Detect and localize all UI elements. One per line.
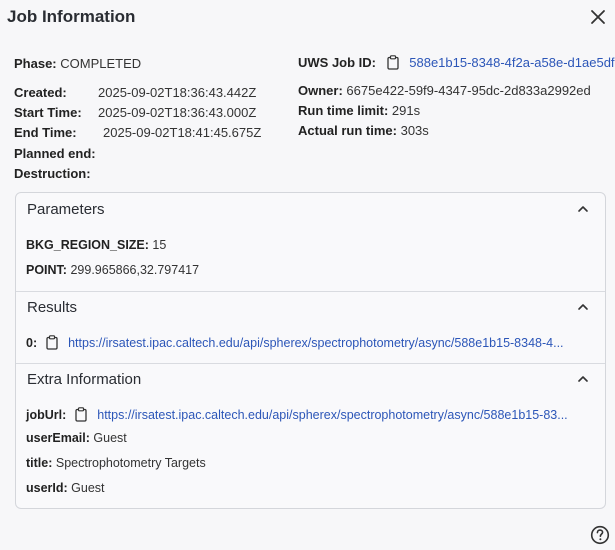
extra-info-row: title: Spectrophotometry Targets bbox=[26, 455, 206, 471]
job-id-row: UWS Job ID: 588e1b15-8348-4f2a-a58e-d1ae… bbox=[298, 55, 615, 71]
end-time-row: End Time: bbox=[14, 125, 77, 141]
help-icon[interactable] bbox=[590, 525, 610, 545]
owner-label: Owner: bbox=[298, 83, 343, 98]
destruction-row: Destruction: bbox=[14, 166, 91, 182]
end-time-value: 2025-09-02T18:41:45.675Z bbox=[103, 125, 262, 140]
start-time-row: Start Time: bbox=[14, 105, 82, 121]
planned-end-label: Planned end: bbox=[14, 146, 96, 161]
extra-info-key: userId: bbox=[26, 481, 68, 495]
close-icon[interactable] bbox=[587, 6, 609, 28]
owner-value: 6675e422-59f9-4347-95dc-2d833a2992ed bbox=[346, 83, 591, 98]
results-title: Results bbox=[27, 299, 78, 316]
extra-info-key: userEmail: bbox=[26, 431, 90, 445]
chevron-up-icon[interactable] bbox=[577, 373, 589, 385]
phase-row: Phase: COMPLETED bbox=[14, 56, 141, 72]
dialog-title: Job Information bbox=[7, 7, 136, 26]
start-time-value: 2025-09-02T18:36:43.000Z bbox=[98, 105, 257, 120]
result-link[interactable]: https://irsatest.ipac.caltech.edu/api/sp… bbox=[68, 336, 563, 350]
job-id-label: UWS Job ID: bbox=[298, 55, 376, 70]
parameter-row: BKG_REGION_SIZE: 15 bbox=[26, 237, 166, 253]
planned-end-row: Planned end: bbox=[14, 146, 96, 162]
extra-info-key: jobUrl: bbox=[26, 408, 67, 422]
extra-info-value: Guest bbox=[93, 431, 127, 445]
extra-info-value: Guest bbox=[71, 481, 105, 495]
actual-runtime-label: Actual run time: bbox=[298, 123, 397, 138]
actual-runtime-value: 303s bbox=[400, 123, 429, 138]
results-header[interactable]: Results bbox=[16, 291, 605, 323]
start-time-label: Start Time: bbox=[14, 105, 82, 120]
parameters-header[interactable]: Parameters bbox=[16, 193, 605, 225]
chevron-up-icon[interactable] bbox=[577, 301, 589, 313]
clipboard-icon[interactable] bbox=[74, 407, 88, 422]
runtime-limit-label: Run time limit: bbox=[298, 103, 389, 118]
actual-runtime-row: Actual run time: 303s bbox=[298, 123, 429, 139]
help-button[interactable] bbox=[590, 525, 610, 545]
extra-info-header[interactable]: Extra Information bbox=[16, 363, 605, 395]
parameters-title: Parameters bbox=[27, 201, 105, 218]
chevron-up-icon[interactable] bbox=[577, 203, 589, 215]
result-row: 0: https://irsatest.ipac.caltech.edu/api… bbox=[26, 335, 564, 351]
clipboard-icon[interactable] bbox=[45, 335, 59, 350]
created-label: Created: bbox=[14, 85, 67, 100]
job-url-link[interactable]: https://irsatest.ipac.caltech.edu/api/sp… bbox=[97, 408, 567, 422]
extra-info-row: jobUrl: https://irsatest.ipac.caltech.ed… bbox=[26, 407, 568, 423]
extra-info-row: userId: Guest bbox=[26, 480, 105, 496]
parameter-row: POINT: 299.965866,32.797417 bbox=[26, 262, 199, 278]
parameter-value: 15 bbox=[152, 238, 167, 252]
runtime-limit-row: Run time limit: 291s bbox=[298, 103, 420, 119]
details-accordion: Parameters BKG_REGION_SIZE: 15 POINT: 29… bbox=[15, 192, 606, 509]
dialog-titlebar: Job Information bbox=[0, 0, 615, 36]
phase-value: COMPLETED bbox=[60, 56, 142, 71]
parameter-key: BKG_REGION_SIZE: bbox=[26, 238, 149, 252]
created-value: 2025-09-02T18:36:43.442Z bbox=[98, 85, 257, 100]
clipboard-icon[interactable] bbox=[386, 55, 400, 70]
extra-info-key: title: bbox=[26, 456, 53, 470]
result-key: 0: bbox=[26, 336, 38, 350]
destruction-label: Destruction: bbox=[14, 166, 91, 181]
created-row: Created: bbox=[14, 85, 67, 101]
extra-info-value: Spectrophotometry Targets bbox=[55, 456, 206, 470]
end-time-label: End Time: bbox=[14, 125, 77, 140]
job-id-link[interactable]: 588e1b15-8348-4f2a-a58e-d1ae5df3 bbox=[409, 55, 615, 70]
phase-label: Phase: bbox=[14, 56, 57, 71]
extra-info-row: userEmail: Guest bbox=[26, 430, 127, 446]
parameter-value: 299.965866,32.797417 bbox=[70, 263, 200, 277]
extra-info-title: Extra Information bbox=[27, 371, 142, 388]
close-button[interactable] bbox=[587, 6, 609, 28]
parameter-key: POINT: bbox=[26, 263, 67, 277]
owner-row: Owner: 6675e422-59f9-4347-95dc-2d833a299… bbox=[298, 83, 591, 99]
runtime-limit-value: 291s bbox=[391, 103, 421, 118]
